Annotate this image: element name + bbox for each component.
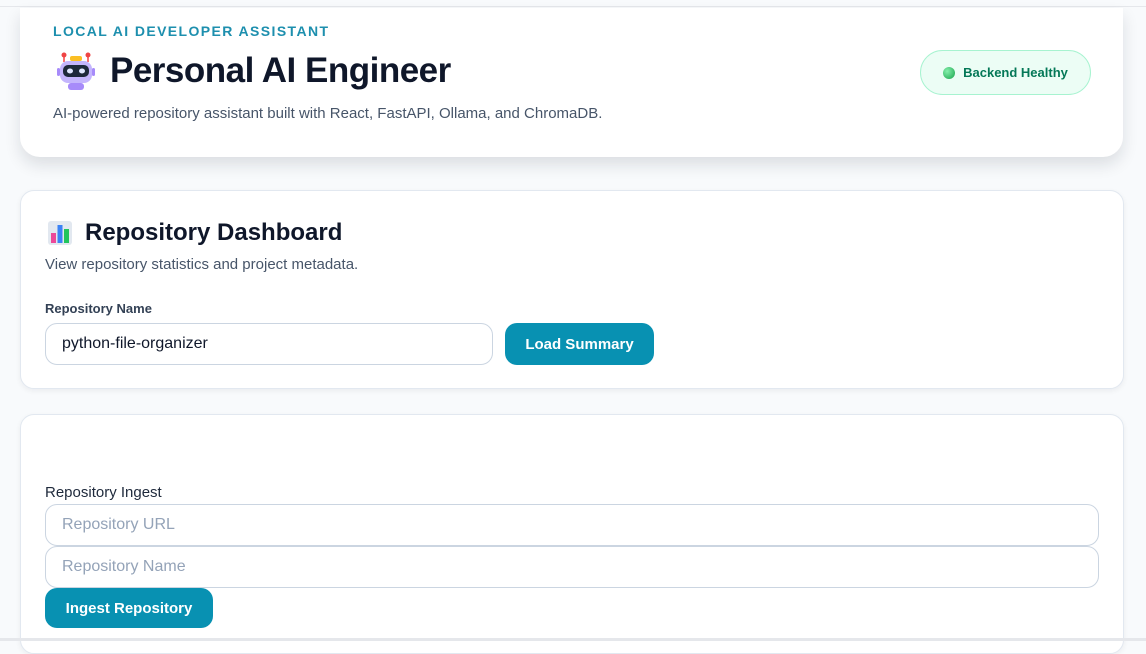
header-eyebrow: LOCAL AI DEVELOPER ASSISTANT <box>53 23 330 39</box>
backend-status-badge: Backend Healthy <box>920 50 1091 95</box>
repository-url-input[interactable] <box>45 504 1099 546</box>
dashboard-heading: Repository Dashboard <box>47 219 342 247</box>
page-title: Personal AI Engineer <box>110 51 451 90</box>
repository-dashboard-card: Repository Dashboard View repository sta… <box>20 190 1124 389</box>
bar-chart-icon <box>48 221 72 245</box>
repository-name-label: Repository Name <box>45 301 152 316</box>
robot-icon <box>57 52 95 90</box>
header-card: LOCAL AI DEVELOPER ASSISTANT Personal AI… <box>20 8 1123 157</box>
ingest-repository-button[interactable]: Ingest Repository <box>45 588 213 628</box>
top-divider <box>0 6 1146 7</box>
backend-status-label: Backend Healthy <box>963 65 1068 80</box>
repository-ingest-label: Repository Ingest <box>45 484 162 501</box>
header-subtitle: AI-powered repository assistant built wi… <box>53 105 603 122</box>
dashboard-title: Repository Dashboard <box>85 219 343 246</box>
repository-ingest-card: Repository Ingest Ingest Repository <box>20 414 1124 654</box>
dashboard-subtitle: View repository statistics and project m… <box>45 256 359 273</box>
ingest-repository-name-input[interactable] <box>45 546 1099 588</box>
status-dot-icon <box>943 66 956 79</box>
load-summary-button[interactable]: Load Summary <box>505 323 654 365</box>
repository-name-input[interactable] <box>45 323 493 365</box>
header-title-row: Personal AI Engineer <box>56 51 451 91</box>
